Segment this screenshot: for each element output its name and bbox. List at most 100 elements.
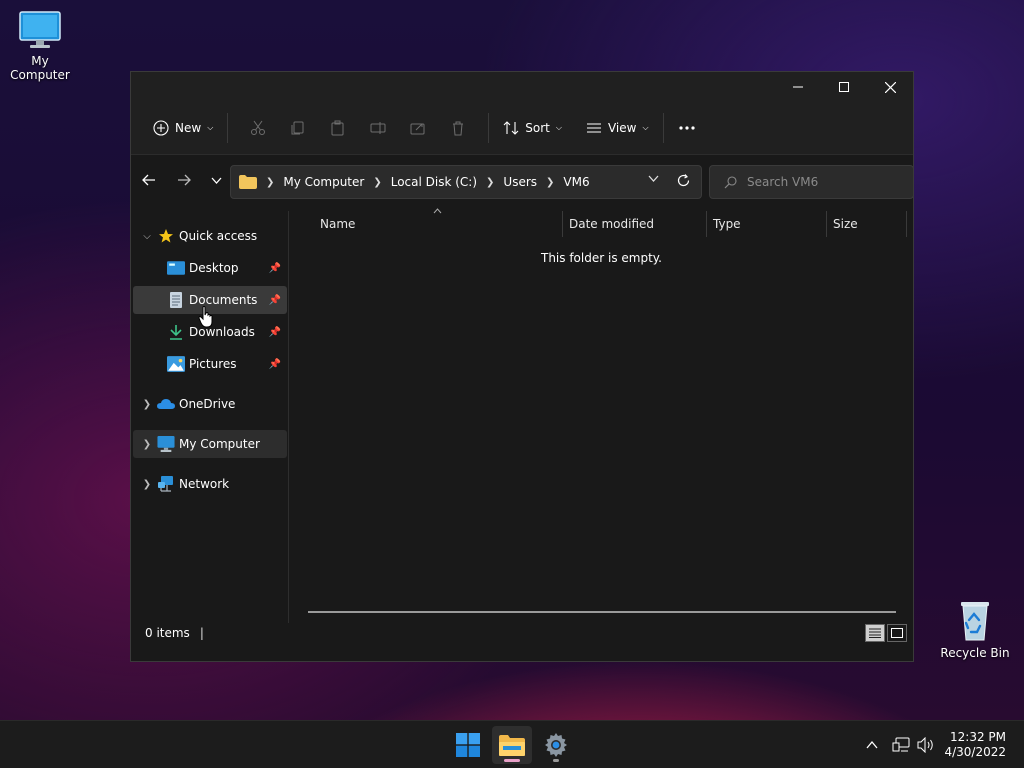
- sidebar-item-label: OneDrive: [179, 397, 236, 411]
- column-header-label: Size: [833, 217, 858, 231]
- column-header-type[interactable]: Type: [707, 211, 827, 237]
- cut-icon[interactable]: [250, 120, 266, 136]
- downloads-folder-icon: [170, 325, 182, 340]
- clock-date: 4/30/2022: [944, 745, 1006, 759]
- chevron-down-icon: ⌵: [555, 123, 562, 132]
- recent-locations-chevron-icon[interactable]: [211, 177, 222, 184]
- minimize-icon: [793, 86, 803, 88]
- more-button[interactable]: [674, 119, 700, 137]
- sort-button[interactable]: Sort ⌵: [499, 114, 566, 142]
- copy-icon[interactable]: [290, 120, 306, 136]
- monitor-icon: [19, 11, 61, 48]
- desktop-icon-recycle-bin[interactable]: Recycle Bin: [935, 598, 1015, 660]
- new-button[interactable]: New ⌵: [149, 114, 217, 142]
- star-icon: [159, 229, 173, 243]
- back-arrow-icon[interactable]: [142, 173, 156, 187]
- column-header-name[interactable]: Name: [314, 208, 563, 237]
- pin-icon[interactable]: 📌: [269, 327, 281, 338]
- breadcrumb-separator: ❯: [546, 176, 555, 188]
- network-icon: [158, 476, 173, 492]
- chevron-right-icon[interactable]: ❯: [137, 479, 157, 490]
- column-header-date-modified[interactable]: Date modified: [563, 211, 707, 237]
- breadcrumb-item[interactable]: VM6: [563, 175, 589, 189]
- sidebar-item-desktop[interactable]: Desktop 📌: [133, 254, 287, 282]
- chevron-down-icon[interactable]: ⌵: [137, 231, 157, 242]
- view-button[interactable]: View ⌵: [582, 114, 653, 142]
- breadcrumb-separator: ❯: [373, 176, 382, 188]
- view-label: View: [607, 121, 637, 135]
- maximize-icon: [839, 82, 849, 92]
- paste-icon[interactable]: [330, 120, 346, 136]
- address-bar[interactable]: ❯ My Computer ❯ Local Disk (C:) ❯ Users …: [230, 165, 702, 199]
- file-explorer-window: New ⌵ Sort ⌵ View ⌵ ❯ My Computer ❯ Loca…: [130, 71, 914, 662]
- breadcrumb-item[interactable]: My Computer: [283, 175, 364, 189]
- maximize-button[interactable]: [821, 72, 867, 102]
- toolbar-separator: [227, 113, 229, 143]
- forward-arrow-icon[interactable]: [177, 173, 191, 187]
- computer-icon: [157, 436, 175, 452]
- sidebar-item-quick-access[interactable]: ⌵ Quick access: [133, 222, 287, 250]
- sidebar-item-my-computer[interactable]: ❯ My Computer: [133, 430, 287, 458]
- chevron-right-icon[interactable]: ❯: [137, 439, 157, 450]
- desktop-icon-my-computer[interactable]: My Computer: [0, 10, 80, 82]
- navigation-pane[interactable]: ⌵ Quick access Desktop 📌 Documents 📌 Dow…: [131, 211, 289, 643]
- search-input[interactable]: [747, 175, 897, 189]
- start-button[interactable]: [448, 726, 488, 764]
- breadcrumb-separator: ❯: [486, 176, 495, 188]
- breadcrumb-item[interactable]: Users: [503, 175, 537, 189]
- chevron-down-icon: ⌵: [642, 123, 649, 132]
- onedrive-icon: [157, 399, 175, 409]
- status-bar: 0 items |: [131, 623, 913, 643]
- share-icon[interactable]: [410, 120, 426, 136]
- column-header-label: Type: [713, 217, 741, 231]
- pin-icon[interactable]: 📌: [269, 263, 281, 274]
- rename-icon[interactable]: [370, 120, 386, 136]
- view-list-icon: [586, 123, 601, 133]
- volume-button[interactable]: [917, 721, 935, 768]
- column-header-label: Date modified: [569, 217, 655, 231]
- chevron-down-icon: ⌵: [207, 123, 214, 132]
- sidebar-item-label: Documents: [189, 293, 258, 307]
- status-separator: |: [199, 626, 204, 640]
- pin-icon[interactable]: 📌: [269, 295, 281, 306]
- running-indicator: [504, 759, 520, 762]
- sidebar-item-label: My Computer: [179, 437, 260, 451]
- taskbar: 12:32 PM 4/30/2022: [0, 720, 1024, 768]
- desktop-folder-icon: [167, 261, 185, 275]
- sidebar-item-label: Desktop: [189, 261, 239, 275]
- pin-icon[interactable]: 📌: [269, 359, 281, 370]
- clock[interactable]: 12:32 PM 4/30/2022: [944, 730, 1006, 760]
- details-view-button[interactable]: [865, 624, 885, 642]
- network-status-button[interactable]: [892, 721, 910, 768]
- network-status-icon: [892, 737, 910, 752]
- refresh-icon[interactable]: [676, 173, 691, 188]
- show-hidden-icons-button[interactable]: [866, 721, 878, 768]
- horizontal-scrollbar[interactable]: [308, 611, 896, 613]
- delete-icon[interactable]: [450, 120, 466, 136]
- column-header-size[interactable]: Size: [827, 211, 907, 237]
- breadcrumb-item[interactable]: Local Disk (C:): [391, 175, 477, 189]
- file-list-pane[interactable]: Name Date modified Type Size This folder…: [290, 208, 913, 643]
- hand-cursor-icon: [198, 306, 213, 328]
- clock-time: 12:32 PM: [950, 730, 1006, 744]
- taskbar-file-explorer[interactable]: [492, 726, 532, 764]
- sidebar-item-pictures[interactable]: Pictures 📌: [133, 350, 287, 378]
- chevron-down-icon[interactable]: [648, 175, 659, 182]
- details-view-icon: [869, 628, 881, 638]
- taskbar-settings[interactable]: [536, 726, 576, 764]
- tiles-view-icon: [891, 628, 903, 638]
- sidebar-item-onedrive[interactable]: ❯ OneDrive: [133, 390, 287, 418]
- sort-label: Sort: [525, 121, 550, 135]
- explorer-body: ⌵ Quick access Desktop 📌 Documents 📌 Dow…: [131, 208, 913, 643]
- tiles-view-button[interactable]: [887, 624, 907, 642]
- sidebar-item-network[interactable]: ❯ Network: [133, 470, 287, 498]
- chevron-right-icon[interactable]: ❯: [137, 399, 157, 410]
- more-icon: [678, 126, 695, 130]
- desktop-icon-label: Recycle Bin: [940, 646, 1010, 660]
- toolbar-separator: [662, 113, 664, 143]
- minimize-button[interactable]: [775, 72, 821, 102]
- title-bar[interactable]: [131, 72, 913, 102]
- pictures-folder-icon: [167, 356, 185, 372]
- close-button[interactable]: [867, 72, 913, 102]
- search-box[interactable]: [709, 165, 914, 199]
